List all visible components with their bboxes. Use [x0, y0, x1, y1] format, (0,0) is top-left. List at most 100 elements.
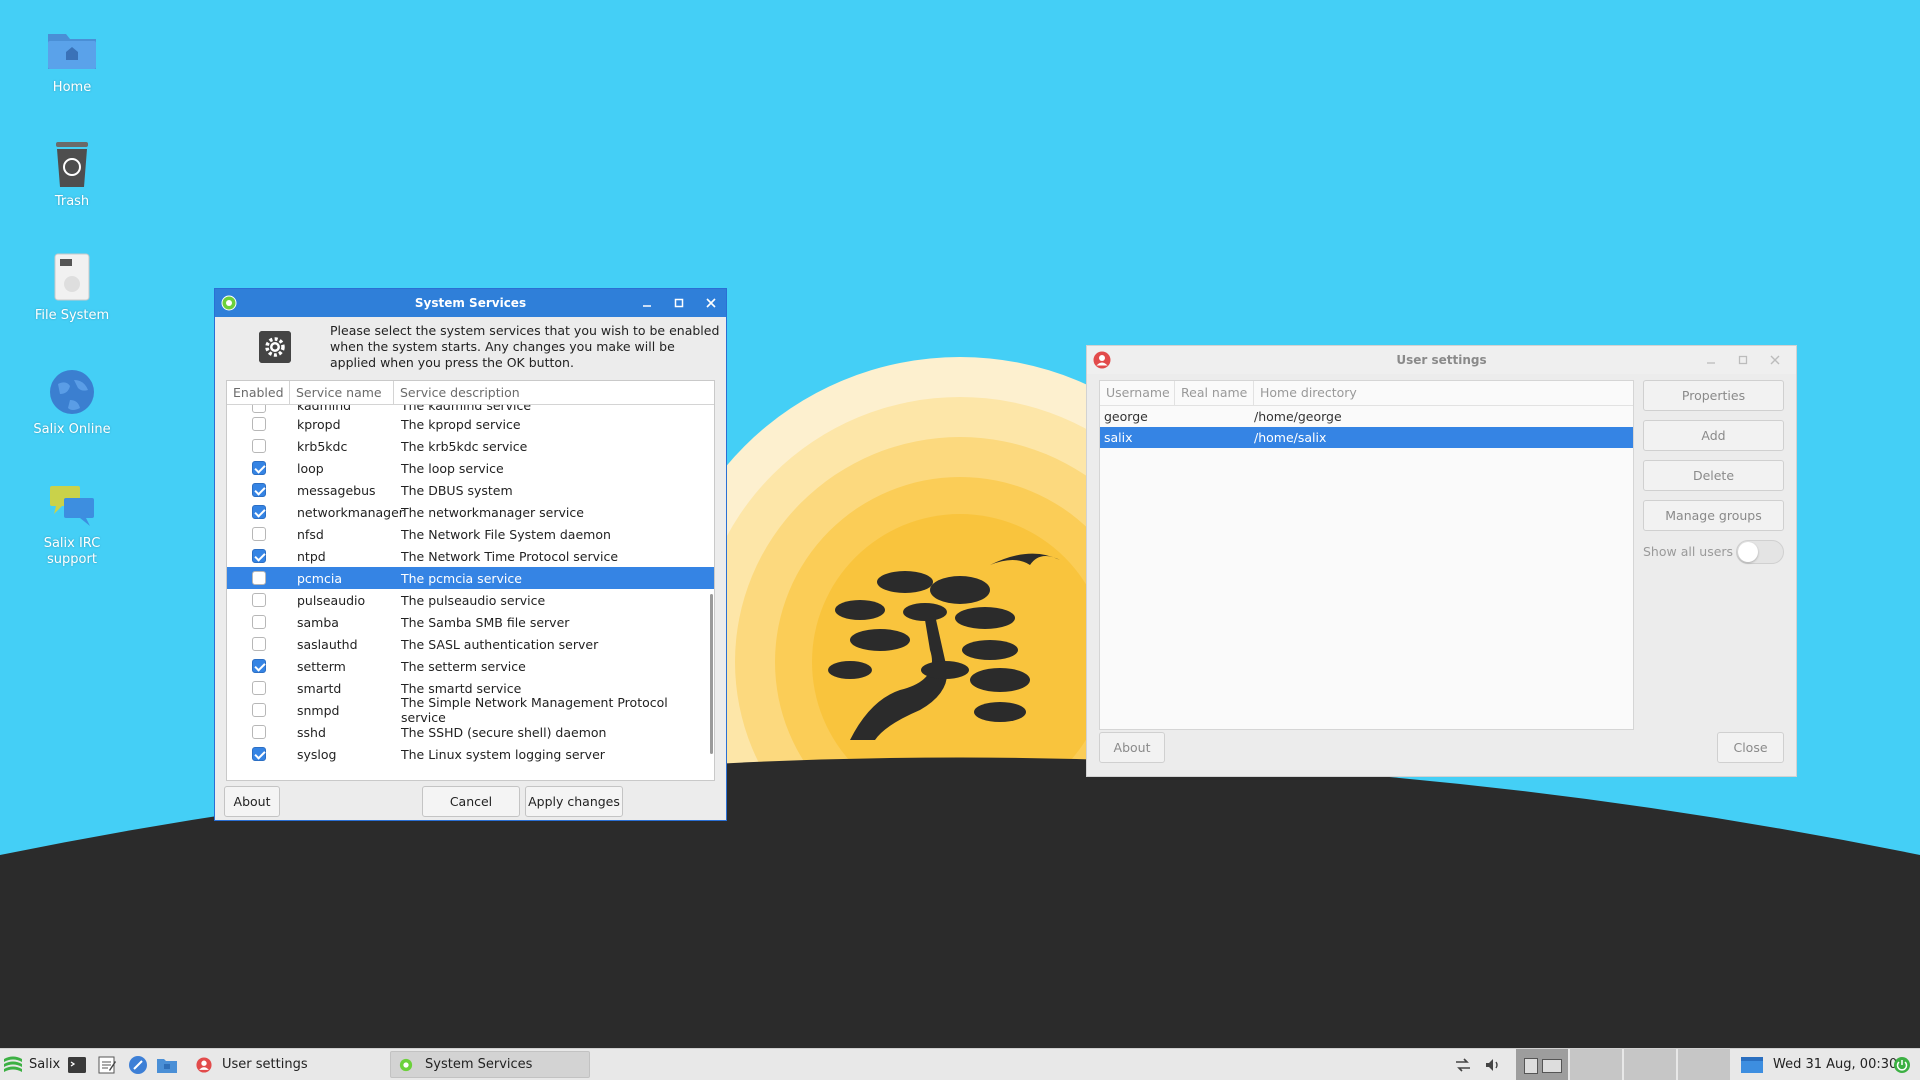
desktop-icon-trash[interactable]: Trash [26, 138, 118, 210]
table-row[interactable]: setterm The setterm service [227, 655, 714, 677]
desktop-icon-salix-online[interactable]: Salix Online [26, 366, 118, 438]
column-header-enabled[interactable]: Enabled [227, 381, 290, 404]
network-tray[interactable] [1454, 1049, 1472, 1080]
maximize-button[interactable] [670, 294, 688, 312]
table-row[interactable]: krb5kdc The krb5kdc service [227, 435, 714, 457]
home-folder-icon [48, 34, 96, 69]
volume-tray[interactable] [1484, 1049, 1502, 1080]
column-header-username[interactable]: Username [1100, 381, 1175, 405]
close-button[interactable] [702, 294, 720, 312]
properties-button[interactable]: Properties [1643, 380, 1784, 411]
workspace-1[interactable] [1516, 1049, 1568, 1080]
minimize-icon [1707, 362, 1715, 364]
delete-user-button[interactable]: Delete [1643, 460, 1784, 491]
add-user-button[interactable]: Add [1643, 420, 1784, 451]
enabled-checkbox[interactable] [251, 747, 266, 761]
workspace-2[interactable] [1570, 1049, 1622, 1080]
table-row[interactable]: kpropd The kpropd service [227, 413, 714, 435]
enabled-checkbox[interactable] [251, 637, 266, 651]
maximize-icon [1738, 355, 1748, 365]
browser-launcher[interactable] [128, 1049, 148, 1080]
show-all-users-toggle[interactable] [1736, 540, 1784, 564]
enabled-checkbox[interactable] [251, 593, 266, 607]
close-button[interactable] [1766, 351, 1784, 369]
task-user-settings[interactable]: User settings [188, 1051, 388, 1078]
minimize-button[interactable] [638, 294, 656, 312]
cancel-button[interactable]: Cancel [422, 786, 520, 817]
enabled-checkbox[interactable] [251, 483, 266, 497]
enabled-checkbox[interactable] [251, 417, 266, 431]
apply-changes-button[interactable]: Apply changes [525, 786, 623, 817]
table-row[interactable]: pcmcia The pcmcia service [227, 567, 714, 589]
scrollbar[interactable] [710, 594, 713, 754]
terminal-launcher[interactable] [68, 1049, 86, 1080]
enabled-checkbox[interactable] [251, 505, 266, 519]
text-editor-launcher[interactable] [98, 1049, 116, 1080]
enabled-checkbox[interactable] [251, 571, 266, 585]
settings-gear-icon [259, 331, 291, 363]
table-row[interactable]: pulseaudio The pulseaudio service [227, 589, 714, 611]
enabled-checkbox[interactable] [251, 659, 266, 673]
desktop-icon-salix-irc[interactable]: Salix IRC support [26, 480, 118, 568]
desktop-icon-file-system[interactable]: File System [26, 252, 118, 324]
enabled-checkbox[interactable] [251, 461, 266, 475]
enabled-checkbox[interactable] [251, 439, 266, 453]
service-name: sshd [297, 724, 326, 740]
clock[interactable]: Wed 31 Aug, 00:30 [1773, 1049, 1897, 1080]
enabled-checkbox[interactable] [251, 527, 266, 541]
close-icon [1770, 355, 1780, 365]
workspace-4[interactable] [1678, 1049, 1730, 1080]
enabled-checkbox[interactable] [251, 615, 266, 629]
toggle-knob [1738, 542, 1758, 562]
service-name: kpropd [297, 416, 341, 432]
enabled-checkbox[interactable] [251, 681, 266, 695]
table-row[interactable]: saslauthd The SASL authentication server [227, 633, 714, 655]
titlebar[interactable]: System Services [215, 289, 726, 317]
services-list: kadmind The kadmind service kpropd The kp… [227, 405, 714, 780]
manage-groups-button[interactable]: Manage groups [1643, 500, 1784, 531]
desktop-icon-home[interactable]: Home [26, 24, 118, 96]
about-button[interactable]: About [1099, 732, 1165, 763]
service-name: krb5kdc [297, 438, 348, 454]
users-table: Username Real name Home directory george… [1099, 380, 1634, 730]
show-desktop-button[interactable] [1740, 1049, 1764, 1080]
enabled-checkbox[interactable] [251, 405, 266, 413]
task-system-services[interactable]: System Services [390, 1051, 590, 1078]
about-button[interactable]: About [224, 786, 280, 817]
maximize-button[interactable] [1734, 351, 1752, 369]
column-header-home-directory[interactable]: Home directory [1254, 381, 1633, 405]
desktop-icon-label: Home [52, 80, 92, 95]
titlebar[interactable]: User settings [1087, 346, 1796, 374]
table-row[interactable]: messagebus The DBUS system [227, 479, 714, 501]
column-header-service-description[interactable]: Service description [394, 381, 714, 404]
home-directory-cell: /home/salix [1254, 430, 1327, 445]
close-window-button[interactable]: Close [1717, 732, 1784, 763]
enabled-checkbox[interactable] [251, 725, 266, 739]
table-row[interactable]: syslog The Linux system logging server [227, 743, 714, 765]
column-header-service-name[interactable]: Service name [290, 381, 394, 404]
workspace-3[interactable] [1624, 1049, 1676, 1080]
table-row[interactable]: george/home/george [1100, 406, 1633, 427]
table-row[interactable]: nfsd The Network File System daemon [227, 523, 714, 545]
power-button[interactable] [1893, 1049, 1911, 1080]
table-row[interactable]: salix/home/salix [1100, 427, 1633, 448]
minimize-button[interactable] [1702, 351, 1720, 369]
table-row[interactable]: ntpd The Network Time Protocol service [227, 545, 714, 567]
service-name: syslog [297, 746, 337, 762]
table-row[interactable]: snmpd The Simple Network Management Proto… [227, 695, 714, 725]
column-header-real-name[interactable]: Real name [1175, 381, 1254, 405]
start-menu-button[interactable]: Salix [2, 1049, 60, 1080]
table-row[interactable]: samba The Samba SMB file server [227, 611, 714, 633]
service-name: kadmind [297, 405, 352, 413]
task-label: System Services [425, 1057, 533, 1072]
workspace-window-thumb [1542, 1059, 1562, 1073]
table-row[interactable]: loop The loop service [227, 457, 714, 479]
file-manager-launcher[interactable] [156, 1049, 178, 1080]
table-row[interactable]: networkmanager The networkmanager service [227, 501, 714, 523]
volume-icon [1486, 1058, 1498, 1071]
table-row[interactable]: kadmind The kadmind service [227, 405, 714, 413]
service-description: The Network File System daemon [401, 526, 611, 542]
enabled-checkbox[interactable] [251, 703, 266, 717]
table-row[interactable]: sshd The SSHD (secure shell) daemon [227, 721, 714, 743]
enabled-checkbox[interactable] [251, 549, 266, 563]
